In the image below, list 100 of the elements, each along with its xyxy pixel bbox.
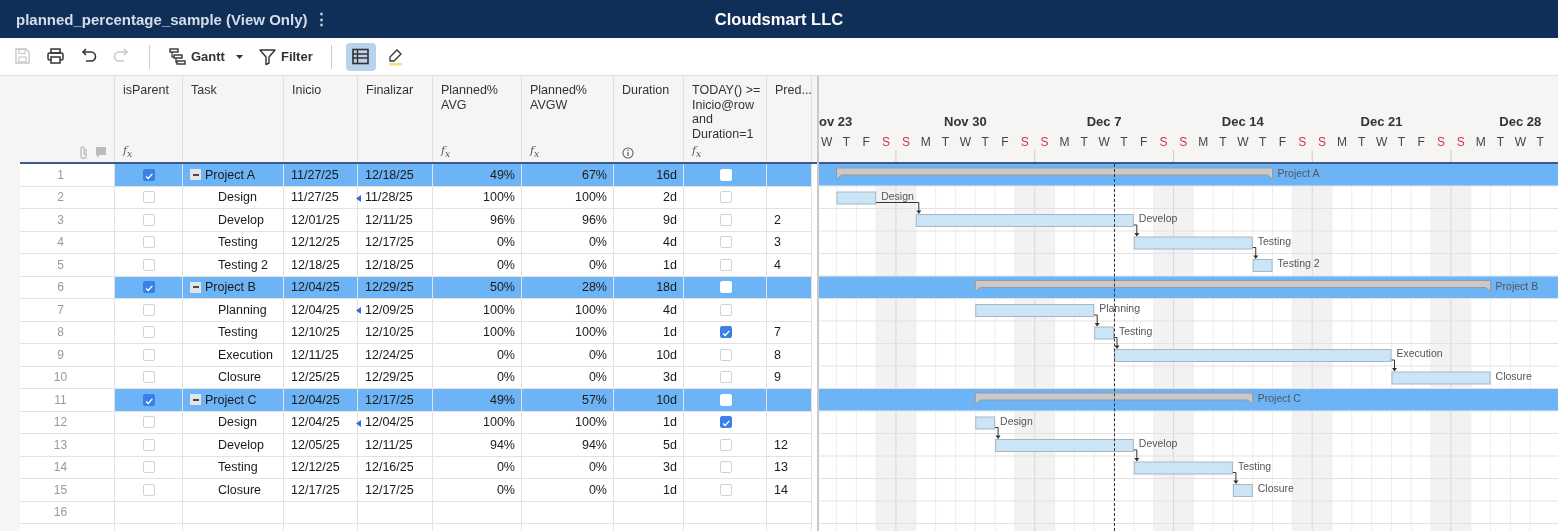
table-cell: 0% <box>522 456 614 479</box>
day-letter: W <box>820 135 833 149</box>
week-label: Dec 14 <box>1221 114 1264 129</box>
table-cell: 12/04/25 <box>284 411 358 434</box>
day-letter: S <box>901 135 910 149</box>
collapse-button[interactable] <box>190 169 201 181</box>
day-letter: S <box>1456 135 1465 149</box>
task-name: Closure <box>218 482 262 497</box>
task-bar[interactable] <box>995 439 1134 452</box>
task-name: Develop <box>218 212 264 227</box>
collapse-button[interactable] <box>190 394 201 406</box>
task-bar[interactable] <box>1114 349 1392 362</box>
row-number: 12 <box>20 411 115 434</box>
row-number: 9 <box>20 344 115 367</box>
day-letter: W <box>1514 135 1526 149</box>
filter-button[interactable]: Filter <box>253 42 317 71</box>
table-cell: 67% <box>522 164 614 187</box>
date-text: 11/28/25 <box>365 190 413 205</box>
table-cell: 96% <box>433 209 522 232</box>
task-bar[interactable] <box>975 416 996 430</box>
table-cell: 0% <box>433 344 522 367</box>
week-label: ov 23 <box>819 114 853 129</box>
date-text: 12/24/25 <box>365 347 414 362</box>
week-label: Dec 28 <box>1499 114 1542 129</box>
summary-bar[interactable] <box>974 280 1492 292</box>
day-letter: T <box>1120 135 1128 149</box>
table-cell: 9 <box>767 366 812 389</box>
table-cell: 3 <box>767 231 812 254</box>
gantt-view-button[interactable]: Gantt <box>164 42 248 71</box>
column-header[interactable]: isParent <box>123 83 169 98</box>
table-cell: 2d <box>614 186 684 209</box>
task-bar[interactable] <box>915 214 1134 227</box>
task-name: Design <box>218 415 257 430</box>
column-header[interactable]: Planned% AVGW <box>530 83 608 112</box>
table-cell: 1d <box>614 479 684 502</box>
day-letter: W <box>1237 135 1249 149</box>
day-letter: S <box>1298 135 1307 149</box>
bar-label: Testing <box>1237 459 1272 472</box>
task-bar[interactable] <box>1252 259 1273 272</box>
task-bar[interactable] <box>1232 484 1253 497</box>
grid-view-button[interactable] <box>345 42 376 71</box>
bar-label: Develop <box>1138 437 1178 449</box>
formula-icon: f$_{x}$ <box>530 143 540 159</box>
task-bar[interactable] <box>1133 236 1253 250</box>
week-label: Nov 30 <box>944 114 987 129</box>
formula-icon: f$_{x}$ <box>441 143 451 159</box>
checkbox[interactable] <box>143 168 155 181</box>
day-letter: M <box>1475 135 1486 149</box>
table-cell: 0% <box>522 344 614 367</box>
row-number: 6 <box>20 276 115 299</box>
table-cell: 7 <box>767 321 812 344</box>
date-text: 12/16/25 <box>365 460 414 475</box>
column-header[interactable]: Inicio <box>292 83 322 98</box>
table-cell: 100% <box>522 321 614 344</box>
day-letter: T <box>1358 135 1366 149</box>
column-header[interactable]: Duration <box>622 83 670 98</box>
day-letter: T <box>941 135 950 149</box>
week-label: Dec 7 <box>1086 114 1122 129</box>
more-menu-button[interactable]: ⋮ <box>311 10 331 28</box>
table-cell: 10d <box>614 344 684 367</box>
bar-label: Closure <box>1495 369 1532 382</box>
collapse-button[interactable] <box>190 281 201 293</box>
checkbox[interactable] <box>143 393 155 406</box>
column-header[interactable]: TODAY() >= Inicio@row and Duration=1 <box>692 83 761 141</box>
column-header[interactable]: Task <box>191 83 217 98</box>
column-header[interactable]: Finalizar <box>366 83 414 98</box>
summary-bar[interactable] <box>974 392 1254 405</box>
bar-label: Testing <box>1119 324 1153 337</box>
checkbox[interactable] <box>719 416 732 429</box>
task-name: Project A <box>205 167 256 182</box>
dependency-arrow <box>1252 247 1259 259</box>
bar-label: Testing <box>1257 234 1291 247</box>
table-cell: 8 <box>767 344 812 367</box>
summary-bar[interactable] <box>836 167 1274 180</box>
day-letter: M <box>1059 135 1070 149</box>
task-bar[interactable] <box>1094 326 1114 340</box>
date-text: 12/17/25 <box>365 392 414 407</box>
column-header[interactable]: Pred... <box>775 83 812 98</box>
checkbox[interactable] <box>719 326 732 339</box>
table-cell: 12/11/25 <box>284 344 358 367</box>
day-letter: M <box>1198 135 1209 149</box>
table-cell: 4d <box>614 231 684 254</box>
task-bar[interactable] <box>1391 371 1491 385</box>
date-text: 12/04/25 <box>365 415 414 430</box>
bar-label: Design <box>881 189 914 202</box>
table-cell: 0% <box>522 231 614 254</box>
checkbox[interactable] <box>143 281 155 294</box>
task-bar[interactable] <box>1133 461 1233 475</box>
date-text: 12/09/25 <box>365 302 414 317</box>
task-bar[interactable] <box>975 304 1095 317</box>
day-letter: T <box>981 135 989 149</box>
row-number: 8 <box>20 321 115 344</box>
formula-icon: f$_{x}$ <box>692 143 702 159</box>
row-number: 16 <box>20 501 115 524</box>
bar-label: Planning <box>1099 302 1141 314</box>
task-name: Testing 2 <box>218 257 269 272</box>
day-letter: T <box>1259 135 1267 149</box>
column-header[interactable]: Planned% AVG <box>441 83 516 112</box>
task-bar[interactable] <box>836 191 877 205</box>
table-cell: 4 <box>767 254 812 277</box>
